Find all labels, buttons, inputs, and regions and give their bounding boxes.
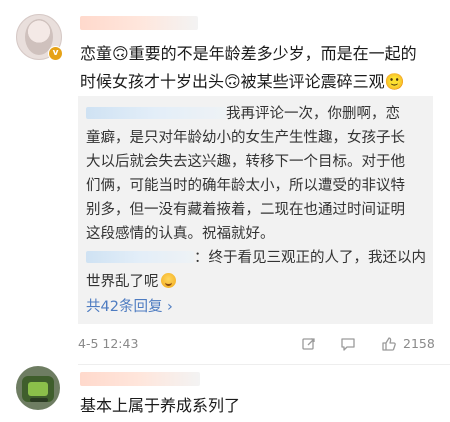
username-redacted[interactable] <box>80 16 198 30</box>
like-count: 2158 <box>403 336 435 351</box>
comment-text: 基本上属于养成系列了 <box>80 396 241 415</box>
comment-text-line: 恋童🙃重要的不是年龄差多少岁，而是在一起的 <box>80 44 417 63</box>
reply-text-line: 我再评论一次，你删啊，恋 <box>86 102 426 126</box>
reply-text-line: ：终于看见三观正的人了，我还以内 <box>86 246 426 270</box>
reply-text-line: 大以后就会失去这兴趣，转移下一个目标。对于他 <box>86 154 405 170</box>
reply-text-line: 们俩，可能当时的确年龄太小，所以遭受的非议特 <box>86 178 405 194</box>
repost-icon[interactable] <box>301 336 317 352</box>
timestamp: 4-5 12:43 <box>78 336 139 351</box>
reply-username-redacted[interactable] <box>86 107 226 119</box>
reply-item[interactable]: ：终于看见三观正的人了，我还以内 世界乱了呢 <box>86 246 426 294</box>
reply-text-line: 别多，但一没有藏着掖着，二现在也通过时间证明 <box>86 202 405 218</box>
verified-badge: v <box>48 46 63 61</box>
avatar[interactable] <box>16 366 60 410</box>
reply-username-redacted[interactable] <box>86 251 194 263</box>
username-redacted[interactable] <box>80 372 200 386</box>
emoji-icon <box>160 273 176 288</box>
reply-text-line: 这段感情的认真。祝福就好。 <box>86 226 275 242</box>
comment-text-line: 时候女孩才十岁出头🙃被某些评论震碎三观🙂 <box>80 72 405 91</box>
divider <box>78 364 450 365</box>
comment-text: 恋童🙃重要的不是年龄差多少岁，而是在一起的 时候女孩才十岁出头🙃被某些评论震碎三… <box>80 40 440 96</box>
view-all-replies-link[interactable]: 共42条回复 › <box>86 295 173 316</box>
reply-text-line: 童癖，是只对年龄幼小的女生产生性趣，女孩子长 <box>86 130 405 146</box>
reply-text-line: 世界乱了呢 <box>86 270 426 294</box>
reply-item[interactable]: 我再评论一次，你删啊，恋 童癖，是只对年龄幼小的女生产生性趣，女孩子长 大以后就… <box>86 102 426 246</box>
comment-footer: 4-5 12:43 2158 <box>78 336 440 354</box>
like-icon[interactable] <box>381 336 397 352</box>
comment-icon[interactable] <box>340 336 356 352</box>
